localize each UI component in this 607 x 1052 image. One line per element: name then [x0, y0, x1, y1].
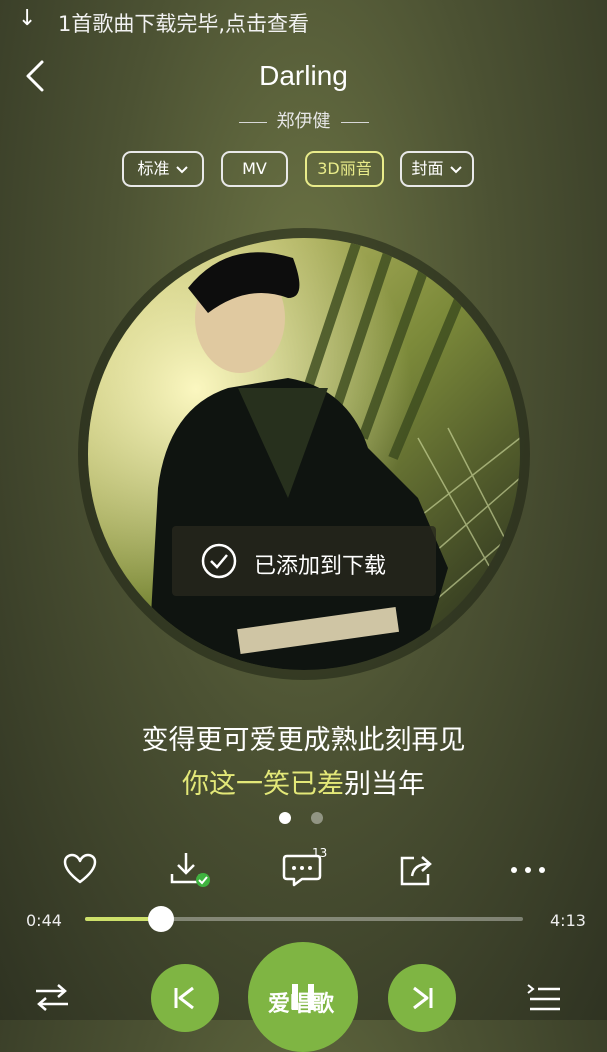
toast-text: 已添加到下载 — [254, 554, 387, 579]
download-notification[interactable]: ↓ 1首歌曲下载完毕,点击查看 — [0, 0, 607, 40]
quality-label: 标准 — [137, 159, 170, 178]
progress-thumb[interactable] — [148, 906, 175, 932]
chevron-down-icon — [175, 165, 188, 173]
playlist-icon[interactable] — [526, 982, 562, 1012]
download-arrow-icon: ↓ — [18, 6, 37, 31]
cover-label: 封面 — [411, 159, 444, 178]
share-icon[interactable] — [398, 852, 438, 888]
watermark-text: 爱唱歌 — [268, 992, 335, 1017]
heart-icon[interactable] — [62, 852, 98, 886]
next-button[interactable] — [388, 964, 456, 1032]
song-title: Darling — [259, 60, 348, 91]
notification-text: 1首歌曲下载完毕,点击查看 — [58, 12, 310, 36]
lyric-sung-part: 你这一笑已差 — [182, 769, 344, 800]
next-icon — [413, 986, 433, 1010]
chevron-down-icon — [449, 165, 462, 173]
quality-button[interactable]: 标准 — [122, 151, 204, 187]
artist-name[interactable]: 郑伊健 — [277, 111, 331, 132]
previous-icon — [174, 986, 194, 1010]
current-time: 0:44 — [26, 911, 62, 930]
page-dot-active[interactable] — [279, 812, 291, 824]
shuffle-mode-icon[interactable] — [34, 982, 70, 1012]
divider — [340, 121, 369, 123]
more-icon[interactable] — [508, 862, 548, 878]
album-cover[interactable] — [88, 238, 520, 670]
previous-button[interactable] — [151, 964, 219, 1032]
album-art-icon — [88, 238, 520, 670]
check-circle-icon — [201, 543, 237, 579]
lyric-line-next[interactable]: 你这一笑已差别当年 — [0, 762, 607, 801]
divider — [238, 121, 267, 123]
comment-count-badge: 13 — [312, 846, 328, 860]
3d-sound-button[interactable]: 3D丽音 — [305, 151, 384, 187]
total-time: 4:13 — [550, 911, 586, 930]
page-dot[interactable] — [311, 812, 323, 824]
artist-row: 郑伊健 — [0, 107, 607, 133]
lyric-unsung-part: 别当年 — [344, 769, 425, 800]
cover-button[interactable]: 封面 — [400, 151, 474, 187]
lyric-line-current[interactable]: 变得更可爱更成熟此刻再见 — [0, 718, 607, 757]
added-to-download-toast: 已添加到下载 — [172, 526, 436, 596]
mv-button[interactable]: MV — [221, 151, 288, 187]
download-icon[interactable] — [168, 850, 212, 890]
